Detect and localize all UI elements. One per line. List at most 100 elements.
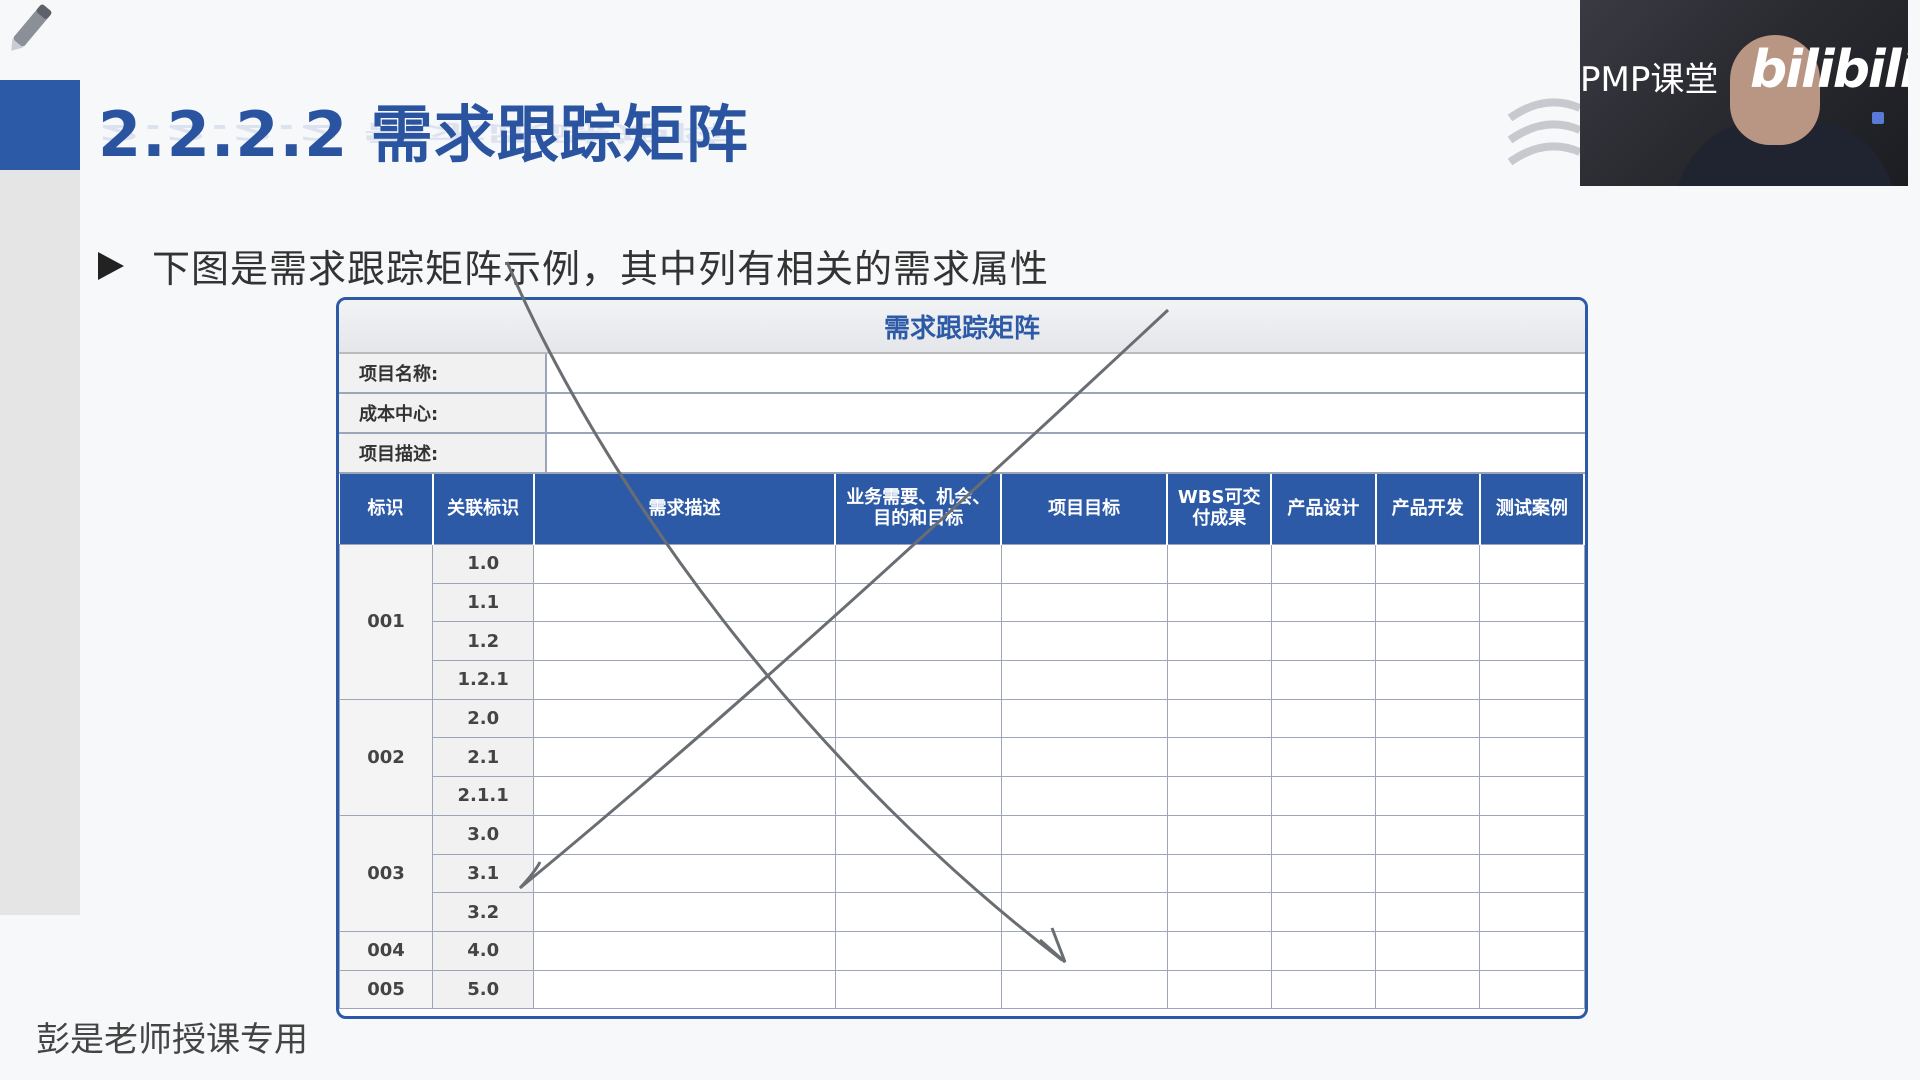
empty-cell[interactable] xyxy=(1000,621,1168,662)
empty-cell[interactable] xyxy=(834,737,1002,778)
column-header: 项目目标 xyxy=(1001,474,1169,545)
empty-cell[interactable] xyxy=(1000,776,1168,816)
empty-cell[interactable] xyxy=(1000,698,1168,739)
bullet-text: 下图是需求跟踪矩阵示例，其中列有相关的需求属性 xyxy=(152,247,1050,291)
empty-cell[interactable] xyxy=(834,930,1002,971)
empty-cell[interactable] xyxy=(834,544,1002,584)
column-header: 产品开发 xyxy=(1375,474,1481,545)
empty-cell[interactable] xyxy=(1000,930,1168,971)
empty-cell[interactable] xyxy=(1479,814,1585,855)
empty-cell[interactable] xyxy=(1374,892,1481,932)
empty-cell[interactable] xyxy=(533,930,836,971)
empty-cell[interactable] xyxy=(1374,737,1481,778)
empty-cell[interactable] xyxy=(533,544,836,584)
empty-cell[interactable] xyxy=(1166,814,1272,855)
empty-cell[interactable] xyxy=(1000,969,1168,1010)
empty-cell[interactable] xyxy=(1000,582,1168,623)
empty-cell[interactable] xyxy=(834,621,1002,662)
pen-icon[interactable] xyxy=(0,0,60,60)
empty-cell[interactable] xyxy=(1479,582,1585,623)
empty-cell[interactable] xyxy=(1374,544,1481,584)
empty-cell[interactable] xyxy=(1270,737,1377,778)
empty-cell[interactable] xyxy=(1166,776,1272,816)
empty-cell[interactable] xyxy=(533,660,836,700)
empty-cell[interactable] xyxy=(1166,544,1272,584)
empty-cell[interactable] xyxy=(1270,544,1377,584)
empty-cell[interactable] xyxy=(834,814,1002,855)
empty-cell[interactable] xyxy=(1479,544,1585,584)
empty-cell[interactable] xyxy=(1166,892,1272,932)
info-value[interactable] xyxy=(547,354,1585,392)
related-id-cell: 1.0 xyxy=(432,544,535,584)
empty-cell[interactable] xyxy=(1000,814,1168,855)
empty-cell[interactable] xyxy=(1374,853,1481,894)
empty-cell[interactable] xyxy=(533,621,836,662)
empty-cell[interactable] xyxy=(1000,660,1168,700)
empty-cell[interactable] xyxy=(1270,776,1377,816)
info-value[interactable] xyxy=(547,394,1585,432)
id-cell: 002 xyxy=(339,698,434,816)
matrix-grid: 标识 关联标识 需求描述 业务需要、机会、目的和目标 项目目标 WBS可交付成果… xyxy=(339,474,1585,1010)
empty-cell[interactable] xyxy=(1166,621,1272,662)
empty-cell[interactable] xyxy=(1166,582,1272,623)
empty-cell[interactable] xyxy=(1166,853,1272,894)
empty-cell[interactable] xyxy=(834,853,1002,894)
empty-cell[interactable] xyxy=(1479,660,1585,700)
empty-cell[interactable] xyxy=(1166,737,1272,778)
empty-cell[interactable] xyxy=(1479,776,1585,816)
empty-cell[interactable] xyxy=(1374,698,1481,739)
empty-cell[interactable] xyxy=(1000,737,1168,778)
play-triangle-icon xyxy=(98,251,124,280)
empty-cell[interactable] xyxy=(834,776,1002,816)
empty-cell[interactable] xyxy=(1270,853,1377,894)
bullet-line: 下图是需求跟踪矩阵示例，其中列有相关的需求属性 xyxy=(98,238,1049,293)
empty-cell[interactable] xyxy=(1374,660,1481,700)
empty-cell[interactable] xyxy=(533,737,836,778)
empty-cell[interactable] xyxy=(1270,582,1377,623)
empty-cell[interactable] xyxy=(1479,930,1585,971)
empty-cell[interactable] xyxy=(533,892,836,932)
related-id-cell: 1.2 xyxy=(432,621,535,662)
empty-cell[interactable] xyxy=(1374,814,1481,855)
empty-cell[interactable] xyxy=(1270,660,1377,700)
empty-cell[interactable] xyxy=(1479,698,1585,739)
column-header: 测试案例 xyxy=(1479,474,1585,545)
empty-cell[interactable] xyxy=(1166,660,1272,700)
empty-cell[interactable] xyxy=(1374,582,1481,623)
empty-cell[interactable] xyxy=(533,969,836,1010)
empty-cell[interactable] xyxy=(1270,814,1377,855)
empty-cell[interactable] xyxy=(834,582,1002,623)
empty-cell[interactable] xyxy=(1270,621,1377,662)
empty-cell[interactable] xyxy=(1479,892,1585,932)
empty-cell[interactable] xyxy=(1166,969,1272,1010)
empty-cell[interactable] xyxy=(533,814,836,855)
empty-cell[interactable] xyxy=(834,892,1002,932)
empty-cell[interactable] xyxy=(1000,853,1168,894)
empty-cell[interactable] xyxy=(1270,892,1377,932)
related-id-cell: 1.1 xyxy=(432,582,535,623)
empty-cell[interactable] xyxy=(1479,853,1585,894)
empty-cell[interactable] xyxy=(1374,621,1481,662)
empty-cell[interactable] xyxy=(1166,930,1272,971)
empty-cell[interactable] xyxy=(533,698,836,739)
empty-cell[interactable] xyxy=(1479,969,1585,1010)
table-row: 002 2.0 xyxy=(339,698,1585,816)
empty-cell[interactable] xyxy=(834,698,1002,739)
empty-cell[interactable] xyxy=(1374,930,1481,971)
empty-cell[interactable] xyxy=(533,853,836,894)
empty-cell[interactable] xyxy=(1374,969,1481,1010)
empty-cell[interactable] xyxy=(1166,698,1272,739)
empty-cell[interactable] xyxy=(1000,892,1168,932)
empty-cell[interactable] xyxy=(1479,737,1585,778)
empty-cell[interactable] xyxy=(1374,776,1481,816)
empty-cell[interactable] xyxy=(533,582,836,623)
empty-cell[interactable] xyxy=(1270,698,1377,739)
empty-cell[interactable] xyxy=(834,969,1002,1010)
empty-cell[interactable] xyxy=(834,660,1002,700)
empty-cell[interactable] xyxy=(1479,621,1585,662)
info-value[interactable] xyxy=(547,434,1585,472)
empty-cell[interactable] xyxy=(1000,544,1168,584)
empty-cell[interactable] xyxy=(1270,930,1377,971)
empty-cell[interactable] xyxy=(1270,969,1377,1010)
empty-cell[interactable] xyxy=(533,776,836,816)
